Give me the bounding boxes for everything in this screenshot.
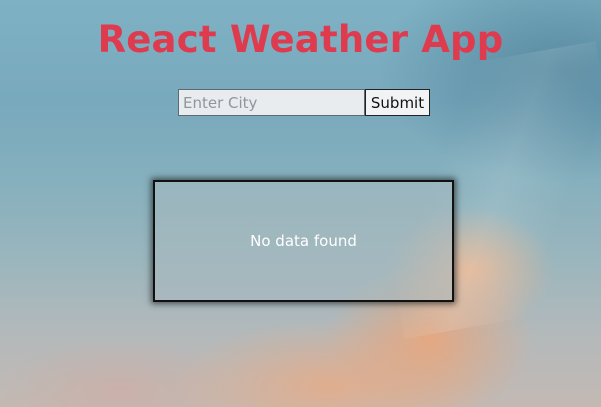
page-title: React Weather App [97,18,504,61]
no-data-message: No data found [250,232,357,250]
search-form: Submit [178,89,430,116]
weather-result-card: No data found [153,180,454,302]
city-search-input[interactable] [178,89,365,116]
submit-button[interactable]: Submit [365,89,430,116]
